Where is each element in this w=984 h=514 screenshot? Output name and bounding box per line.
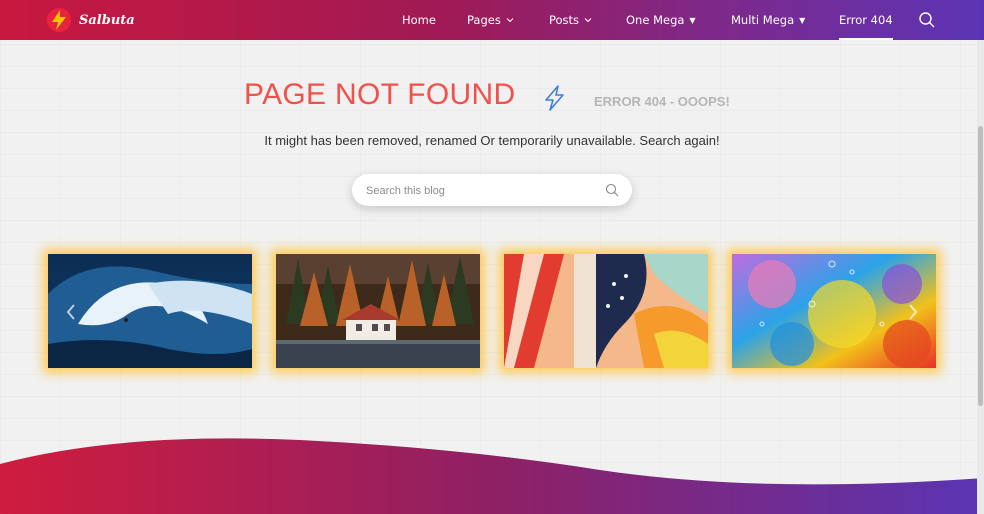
ocean-wave-image [48,254,252,368]
search-icon[interactable] [918,11,936,29]
search-input[interactable] [364,174,598,208]
caret-down-icon: ▼ [799,15,806,25]
nav-label: Pages [467,13,501,27]
abstract-painting-image [504,254,708,368]
carousel-prev-icon[interactable] [64,302,78,322]
autumn-forest-house-image [276,254,480,368]
search-icon[interactable] [605,183,619,197]
top-navbar: Salbuta Home Pages Posts One Mega ▼ Mult… [0,0,984,40]
lightning-logo-icon [47,8,71,32]
brand-name: Salbuta [79,12,135,28]
chevron-down-icon [584,18,592,23]
nav-label: One Mega [626,13,685,27]
carousel-card-autumn-house[interactable] [276,254,480,368]
nav-label: Home [402,13,436,27]
brand-logo[interactable]: Salbuta [46,6,146,34]
page-title: PAGE NOT FOUND [244,78,516,111]
lightning-bolt-icon [545,85,564,111]
error-description: It might has been removed, renamed Or te… [264,133,720,148]
nav-label: Error 404 [839,13,893,27]
error-subtitle: ERROR 404 - OOOPS! [594,94,730,109]
nav-item-home[interactable]: Home [402,0,436,40]
nav-label: Posts [549,13,580,27]
carousel-card-abstract-painting[interactable] [504,254,708,368]
nav-item-posts[interactable]: Posts [549,0,592,40]
scrollbar-thumb[interactable] [978,126,983,406]
footer-wave [0,438,984,514]
carousel-card-ocean-wave[interactable] [48,254,252,368]
nav-label: Multi Mega [731,13,795,27]
chevron-down-icon [506,18,514,23]
nav-item-multi-mega[interactable]: Multi Mega ▼ [731,0,805,40]
nav-item-error-404[interactable]: Error 404 [839,0,893,40]
caret-down-icon: ▼ [689,15,696,25]
nav-item-one-mega[interactable]: One Mega ▼ [626,0,696,40]
blog-search-box [352,174,632,208]
nav-item-pages[interactable]: Pages [467,0,514,40]
carousel-next-icon[interactable] [906,302,920,322]
